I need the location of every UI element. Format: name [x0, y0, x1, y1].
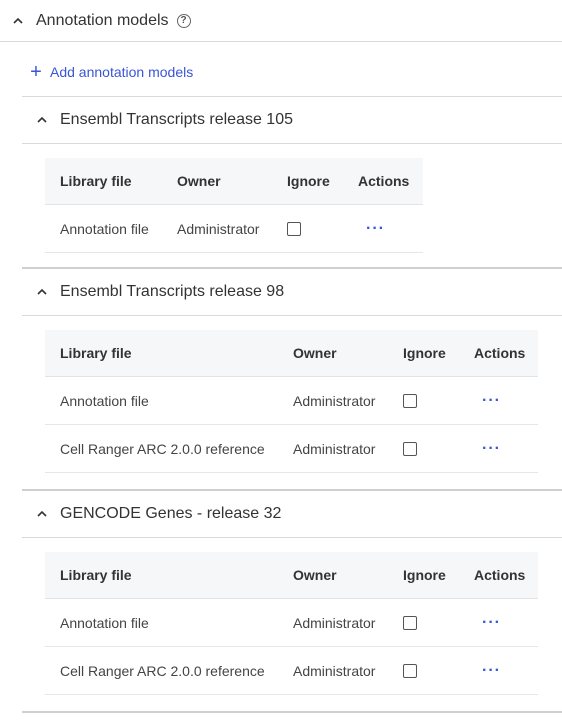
- owner-cell: Administrator: [293, 662, 376, 679]
- column-header-ignore: Ignore: [403, 567, 446, 583]
- library-file-cell: Annotation file: [60, 220, 149, 237]
- owner-cell: Administrator: [293, 440, 376, 457]
- section-header-gencode-32[interactable]: GENCODE Genes - release 32: [22, 491, 562, 537]
- divider: [22, 711, 562, 713]
- table-row: Annotation file Administrator ···: [45, 599, 538, 647]
- section-title: Ensembl Transcripts release 98: [60, 283, 285, 300]
- library-file-cell: Cell Ranger ARC 2.0.0 reference: [60, 662, 265, 679]
- column-header-actions: Actions: [474, 567, 526, 583]
- section-header-ensembl-105[interactable]: Ensembl Transcripts release 105: [22, 97, 562, 143]
- library-file-cell: Cell Ranger ARC 2.0.0 reference: [60, 440, 265, 457]
- library-table: Library file Owner Ignore Actions Annota…: [45, 158, 423, 253]
- owner-cell: Administrator: [293, 392, 376, 409]
- owner-cell: Administrator: [293, 614, 376, 631]
- column-header-owner: Owner: [177, 173, 221, 189]
- ignore-checkbox[interactable]: [403, 663, 417, 678]
- table-row: Cell Ranger ARC 2.0.0 reference Administ…: [45, 647, 538, 695]
- table-row: Cell Ranger ARC 2.0.0 reference Administ…: [45, 425, 538, 473]
- chevron-up-icon[interactable]: [36, 508, 48, 520]
- ignore-checkbox[interactable]: [403, 393, 417, 408]
- library-file-cell: Annotation file: [60, 392, 149, 409]
- table-row: Annotation file Administrator ···: [45, 205, 423, 253]
- divider: [22, 315, 562, 316]
- actions-menu-icon[interactable]: ···: [482, 614, 501, 630]
- add-annotation-models-label: Add annotation models: [50, 64, 194, 80]
- table-header: Library file Owner Ignore Actions: [45, 158, 423, 205]
- column-header-library-file: Library file: [60, 173, 132, 189]
- column-header-owner: Owner: [293, 567, 337, 583]
- divider: [22, 143, 562, 144]
- plus-icon: +: [30, 61, 42, 83]
- chevron-up-icon[interactable]: [12, 15, 24, 27]
- owner-cell: Administrator: [177, 220, 260, 237]
- table-row: Annotation file Administrator ···: [45, 377, 538, 425]
- column-header-owner: Owner: [293, 345, 337, 361]
- help-icon[interactable]: ?: [176, 13, 191, 28]
- actions-menu-icon[interactable]: ···: [482, 440, 501, 456]
- actions-menu-icon[interactable]: ···: [366, 220, 385, 236]
- column-header-actions: Actions: [358, 173, 410, 189]
- column-header-ignore: Ignore: [287, 173, 330, 189]
- add-annotation-models-button[interactable]: + Add annotation models: [28, 60, 193, 84]
- library-table: Library file Owner Ignore Actions Annota…: [45, 552, 538, 695]
- section-header-ensembl-98[interactable]: Ensembl Transcripts release 98: [22, 269, 562, 315]
- ignore-checkbox[interactable]: [403, 441, 417, 456]
- library-file-cell: Annotation file: [60, 614, 149, 631]
- table-header: Library file Owner Ignore Actions: [45, 552, 538, 599]
- chevron-up-icon[interactable]: [36, 286, 48, 298]
- section-title: Ensembl Transcripts release 105: [60, 111, 293, 128]
- library-table: Library file Owner Ignore Actions Annota…: [45, 330, 538, 473]
- actions-menu-icon[interactable]: ···: [482, 392, 501, 408]
- column-header-library-file: Library file: [60, 567, 132, 583]
- page-title: Annotation models: [36, 11, 169, 29]
- table-header: Library file Owner Ignore Actions: [45, 330, 538, 377]
- column-header-ignore: Ignore: [403, 345, 446, 361]
- column-header-library-file: Library file: [60, 345, 132, 361]
- chevron-up-icon[interactable]: [36, 114, 48, 126]
- column-header-actions: Actions: [474, 345, 526, 361]
- divider: [22, 537, 562, 538]
- ignore-checkbox[interactable]: [403, 615, 417, 630]
- actions-menu-icon[interactable]: ···: [482, 662, 501, 678]
- section-title: GENCODE Genes - release 32: [60, 505, 282, 522]
- annotation-models-header[interactable]: Annotation models ?: [0, 0, 562, 42]
- ignore-checkbox[interactable]: [287, 221, 301, 236]
